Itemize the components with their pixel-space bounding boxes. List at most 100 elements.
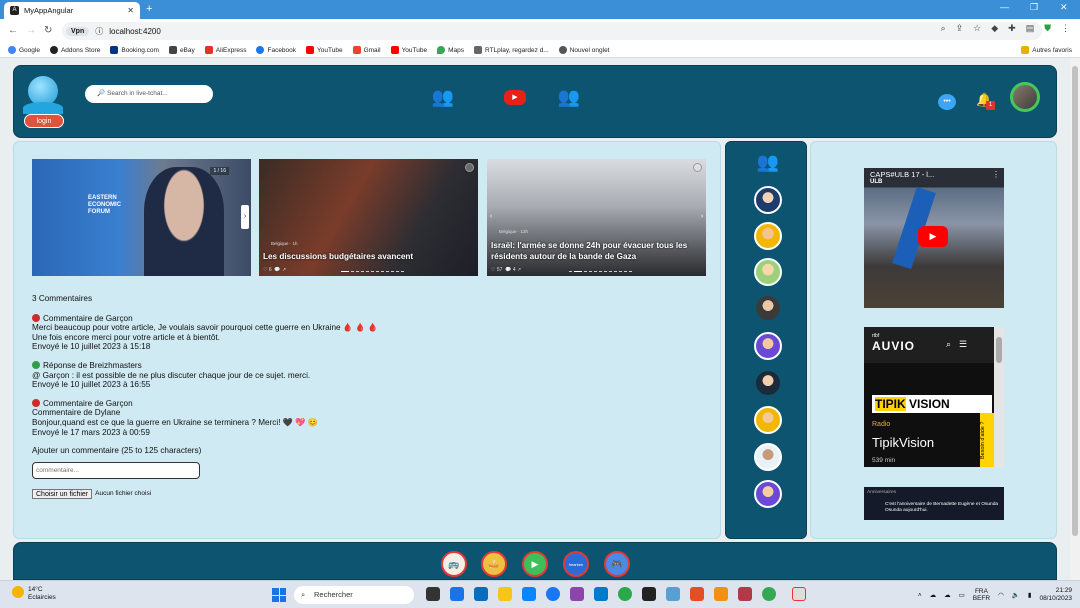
next-arrow-icon[interactable]: › — [698, 205, 706, 229]
friend-avatar[interactable] — [754, 332, 782, 360]
choose-file-button[interactable]: Choisir un fichier — [32, 488, 93, 499]
bookmark-booking[interactable]: Booking.com — [110, 46, 159, 54]
comment-input[interactable] — [32, 461, 200, 479]
browser-tab[interactable]: A MyAppAngular ✕ — [4, 2, 140, 19]
more-icon[interactable] — [693, 163, 702, 172]
edge-icon[interactable] — [618, 587, 632, 601]
chat-search-input[interactable]: 🔎 Search in live-tchat... — [85, 85, 213, 103]
url-text[interactable]: localhost:4200 — [109, 27, 161, 36]
friend-avatar[interactable] — [754, 258, 782, 286]
birthday-card[interactable]: Anniversaires C'est l'anniversaire de Be… — [864, 487, 1004, 520]
footer-app-icon[interactable]: 🥧 — [481, 551, 507, 577]
profile-avatar[interactable] — [1010, 82, 1040, 112]
weather-widget[interactable]: 14°C Eclaircies — [12, 586, 56, 602]
news-card-3[interactable]: Belgique · 12h Israël: l'armée se donne … — [487, 159, 706, 276]
footer-app-icon[interactable]: fmarken — [563, 551, 589, 577]
new-tab-button[interactable]: + — [146, 3, 152, 15]
bookmark-google[interactable]: Google — [8, 46, 40, 54]
play-button-icon[interactable]: ▶ — [918, 226, 948, 247]
news-card-2[interactable]: Belgique · 1h Les discussions budgétaire… — [259, 159, 478, 276]
menu-icon[interactable]: ⋮ — [1061, 23, 1070, 34]
taskbar-app-icon[interactable] — [690, 587, 704, 601]
forward-button[interactable]: → — [26, 25, 36, 36]
bookmark-other-folder[interactable]: Autres favoris — [1021, 46, 1072, 54]
search-icon[interactable]: ⌕ — [946, 339, 951, 350]
sidepanel-icon[interactable]: ▤ — [1026, 23, 1035, 34]
next-arrow-icon[interactable]: › — [241, 205, 249, 229]
terminal-icon[interactable] — [642, 587, 656, 601]
onedrive-icon[interactable]: ☁ — [944, 591, 951, 599]
maximize-button[interactable]: ❐ — [1030, 2, 1038, 13]
taskbar-app-icon[interactable] — [738, 587, 752, 601]
taskbar-search[interactable]: ⌕ Rechercher — [294, 586, 414, 604]
facebook-icon[interactable] — [546, 587, 560, 601]
shield-icon[interactable]: ⛊ — [1044, 23, 1051, 34]
taskview-icon[interactable] — [426, 587, 440, 601]
footer-app-icon[interactable]: 🚌 — [441, 551, 467, 577]
file-explorer-icon[interactable] — [498, 587, 512, 601]
footer-play-icon[interactable]: ▶ — [522, 551, 548, 577]
address-bar[interactable]: Vpn ⓘ localhost:4200 — [62, 22, 1042, 40]
friend-avatar[interactable] — [754, 406, 782, 434]
more-icon[interactable] — [465, 163, 474, 172]
visual-studio-icon[interactable] — [570, 587, 584, 601]
close-tab-icon[interactable]: ✕ — [127, 6, 134, 15]
star-icon[interactable]: ☆ — [973, 23, 981, 34]
taskbar-app-icon[interactable] — [522, 587, 536, 601]
bookmark-aliexpress[interactable]: AliExpress — [204, 46, 246, 54]
clock[interactable]: 21:29 08/10/2023 — [1039, 587, 1072, 603]
cloud-icon[interactable]: ☁ — [930, 591, 937, 599]
people-icon[interactable]: 👥 — [556, 84, 582, 110]
zoom-icon[interactable]: ⌕ — [941, 23, 946, 34]
bookmark-rtlplay[interactable]: RTLplay, regardez d... — [474, 46, 549, 54]
taskbar-app-icon[interactable] — [714, 587, 728, 601]
friend-avatar[interactable] — [754, 294, 782, 322]
taskbar-app-icon[interactable] — [666, 587, 680, 601]
friend-avatar[interactable] — [754, 480, 782, 508]
taskbar-app-icon[interactable] — [474, 587, 488, 601]
vscode-icon[interactable] — [594, 587, 608, 601]
friend-avatar[interactable] — [754, 369, 782, 397]
friend-avatar[interactable] — [754, 222, 782, 250]
windows-start-icon[interactable] — [272, 588, 286, 602]
bookmark-youtube[interactable]: YouTube — [306, 46, 343, 54]
battery-status-icon[interactable]: ▮ — [1028, 591, 1032, 599]
battery-icon[interactable]: ▭ — [959, 591, 965, 599]
puzzle-icon[interactable]: ✚ — [1008, 23, 1016, 34]
group-icon[interactable]: 👥 — [754, 148, 782, 176]
youtube-icon[interactable]: ▶ — [502, 84, 528, 110]
chrome-icon[interactable] — [762, 587, 776, 601]
friend-avatar[interactable] — [754, 186, 782, 214]
help-tab[interactable]: Besoin d'aide ? — [980, 413, 994, 467]
minimize-button[interactable]: — — [1000, 2, 1009, 12]
volume-icon[interactable]: 🔈 — [1012, 591, 1020, 599]
page-scrollbar[interactable] — [1070, 58, 1080, 580]
login-button[interactable]: login — [24, 114, 64, 128]
share-icon[interactable]: ⇪ — [956, 23, 964, 34]
bookmark-addons-store[interactable]: Addons Store — [49, 46, 100, 54]
notification-bell-icon[interactable]: 🔔 1 — [976, 92, 995, 110]
bookmark-youtube-2[interactable]: YouTube — [390, 46, 427, 54]
info-icon[interactable]: ⓘ — [95, 26, 103, 37]
taskbar-app-icon[interactable] — [450, 587, 464, 601]
back-button[interactable]: ← — [8, 25, 18, 36]
youtube-video-embed[interactable]: CAPS#ULB 17 - l... ULB ⋮ ▶ — [864, 168, 1004, 308]
video-menu-icon[interactable]: ⋮ — [992, 170, 1000, 179]
bookmark-maps[interactable]: Maps — [437, 46, 464, 54]
chat-icon[interactable]: ••• — [938, 94, 956, 110]
wifi-icon[interactable]: ◠ — [998, 591, 1004, 599]
chevron-up-icon[interactable]: ˄ — [918, 592, 922, 599]
vpn-chip[interactable]: Vpn — [66, 26, 90, 36]
auvio-embed[interactable]: rtbf AUVIO ⌕ ☰ TIPIK VISION Radio TipikVi… — [864, 327, 1004, 467]
news-card-1[interactable]: EASTERN ECONOMIC FORUM 1 / 16 › — [32, 159, 251, 276]
language-indicator[interactable]: FRA BEFR — [973, 588, 990, 602]
bookmark-ebay[interactable]: eBay — [168, 46, 195, 54]
extension-icon[interactable]: ◆ — [991, 23, 998, 34]
prev-arrow-icon[interactable]: ‹ — [487, 205, 495, 229]
friend-avatar[interactable] — [754, 443, 782, 471]
group-icon[interactable]: 👥 — [430, 84, 456, 110]
bookmark-new-tab[interactable]: Nouvel onglet — [558, 46, 609, 54]
bookmark-facebook[interactable]: Facebook — [256, 46, 296, 54]
close-window-button[interactable]: ✕ — [1060, 2, 1068, 13]
taskbar-app-icon[interactable] — [792, 587, 806, 601]
